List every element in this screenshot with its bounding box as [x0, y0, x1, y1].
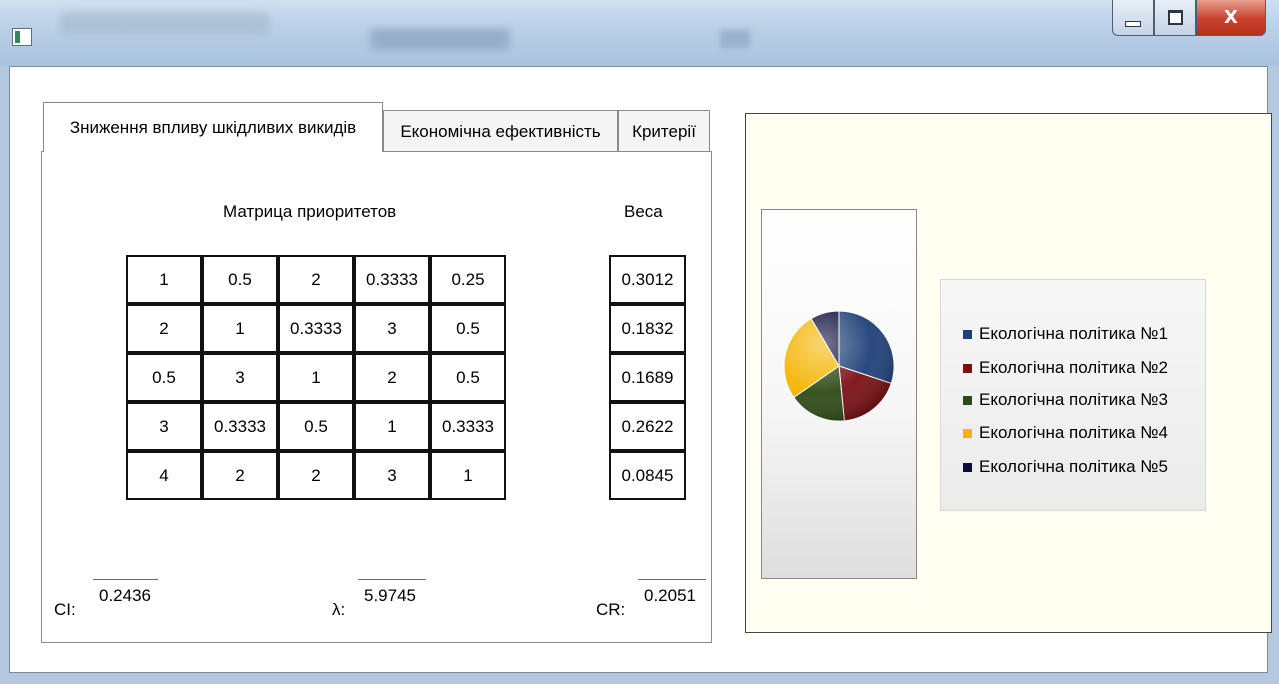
app-icon [12, 28, 32, 46]
minimize-icon [1125, 20, 1141, 27]
legend-item: Екологічна політика №3 [963, 388, 1168, 412]
tab-label: Економічна ефективність [400, 121, 601, 141]
legend-label: Екологічна політика №2 [979, 358, 1168, 377]
tab-panel: Матрица приоритетов Веса 1 0.5 2 0.3333 … [41, 151, 712, 643]
matrix-cell[interactable]: 1 [278, 353, 354, 402]
matrix-cell[interactable]: 0.5 [202, 255, 278, 304]
tab-label: Критерії [632, 121, 696, 141]
lambda-label: λ: [332, 600, 346, 619]
blurred-background-text [370, 28, 510, 50]
pie-chart [783, 310, 895, 422]
matrix-cell[interactable]: 0.3333 [278, 304, 354, 353]
legend-label: Екологічна політика №3 [979, 390, 1168, 409]
blurred-window-title [60, 12, 270, 34]
matrix-cell[interactable]: 0.5 [430, 353, 506, 402]
weight-cell[interactable]: 0.1689 [609, 353, 686, 402]
legend-label: Екологічна політика №4 [979, 423, 1168, 442]
matrix-cell[interactable]: 1 [202, 304, 278, 353]
matrix-cell[interactable]: 2 [202, 451, 278, 500]
weight-cell[interactable]: 0.3012 [609, 255, 686, 304]
legend-item: Екологічна політика №2 [963, 356, 1168, 380]
legend-swatch [963, 462, 972, 472]
legend-swatch [963, 363, 972, 373]
ci-label: CI: [54, 600, 76, 619]
close-icon: X [1224, 7, 1238, 28]
weight-cell[interactable]: 0.1832 [609, 304, 686, 353]
matrix-cell[interactable]: 4 [126, 451, 202, 500]
matrix-cell[interactable]: 2 [126, 304, 202, 353]
ci-value: 0.2436 [93, 579, 158, 606]
title-bar: X [0, 0, 1279, 66]
matrix-cell[interactable]: 2 [354, 353, 430, 402]
window-frame [0, 673, 1279, 684]
matrix-cell[interactable]: 0.5 [278, 402, 354, 451]
matrix-cell[interactable]: 1 [430, 451, 506, 500]
matrix-cell[interactable]: 2 [278, 451, 354, 500]
maximize-icon [1167, 10, 1183, 25]
matrix-cell[interactable]: 3 [202, 353, 278, 402]
legend-label: Екологічна політика №5 [979, 457, 1168, 476]
legend-item: Екологічна політика №4 [963, 421, 1168, 445]
matrix-cell[interactable]: 1 [354, 402, 430, 451]
chart-legend: Екологічна політика №1 Екологічна політи… [940, 279, 1206, 511]
matrix-cell[interactable]: 3 [354, 304, 430, 353]
minimize-button[interactable] [1112, 0, 1154, 36]
maximize-button[interactable] [1154, 0, 1196, 36]
matrix-cell[interactable]: 0.3333 [202, 402, 278, 451]
matrix-cell[interactable]: 0.3333 [430, 402, 506, 451]
tab-criteria[interactable]: Критерії [618, 110, 710, 152]
weight-cell[interactable]: 0.0845 [609, 451, 686, 500]
matrix-cell[interactable]: 0.3333 [354, 255, 430, 304]
lambda-value: 5.9745 [358, 579, 426, 606]
legend-item: Екологічна політика №5 [963, 455, 1168, 479]
cr-label: CR: [596, 600, 626, 619]
matrix-title: Матрица приоритетов [223, 202, 397, 221]
matrix-cell[interactable]: 2 [278, 255, 354, 304]
weight-cell[interactable]: 0.2622 [609, 402, 686, 451]
legend-label: Екологічна політика №1 [979, 324, 1168, 343]
matrix-cell[interactable]: 0.5 [126, 353, 202, 402]
matrix-cell[interactable]: 0.5 [430, 304, 506, 353]
tab-economic-efficiency[interactable]: Економічна ефективність [383, 110, 618, 152]
cr-value: 0.2051 [638, 579, 706, 606]
window-frame [0, 66, 9, 673]
matrix-cell[interactable]: 1 [126, 255, 202, 304]
blurred-background-text [720, 30, 750, 48]
legend-swatch [963, 395, 972, 405]
matrix-cell[interactable]: 0.25 [430, 255, 506, 304]
tab-label: Зниження впливу шкідливих викидів [69, 117, 357, 137]
matrix-cell[interactable]: 3 [126, 402, 202, 451]
legend-swatch [963, 428, 972, 438]
pie-chart-box [761, 209, 917, 579]
weights-title: Веса [624, 202, 663, 221]
close-button[interactable]: X [1196, 0, 1266, 36]
tab-emissions[interactable]: Зниження впливу шкідливих викидів [43, 102, 383, 152]
matrix-cell[interactable]: 3 [354, 451, 430, 500]
legend-item: Екологічна політика №1 [963, 322, 1168, 346]
legend-swatch [963, 329, 972, 339]
